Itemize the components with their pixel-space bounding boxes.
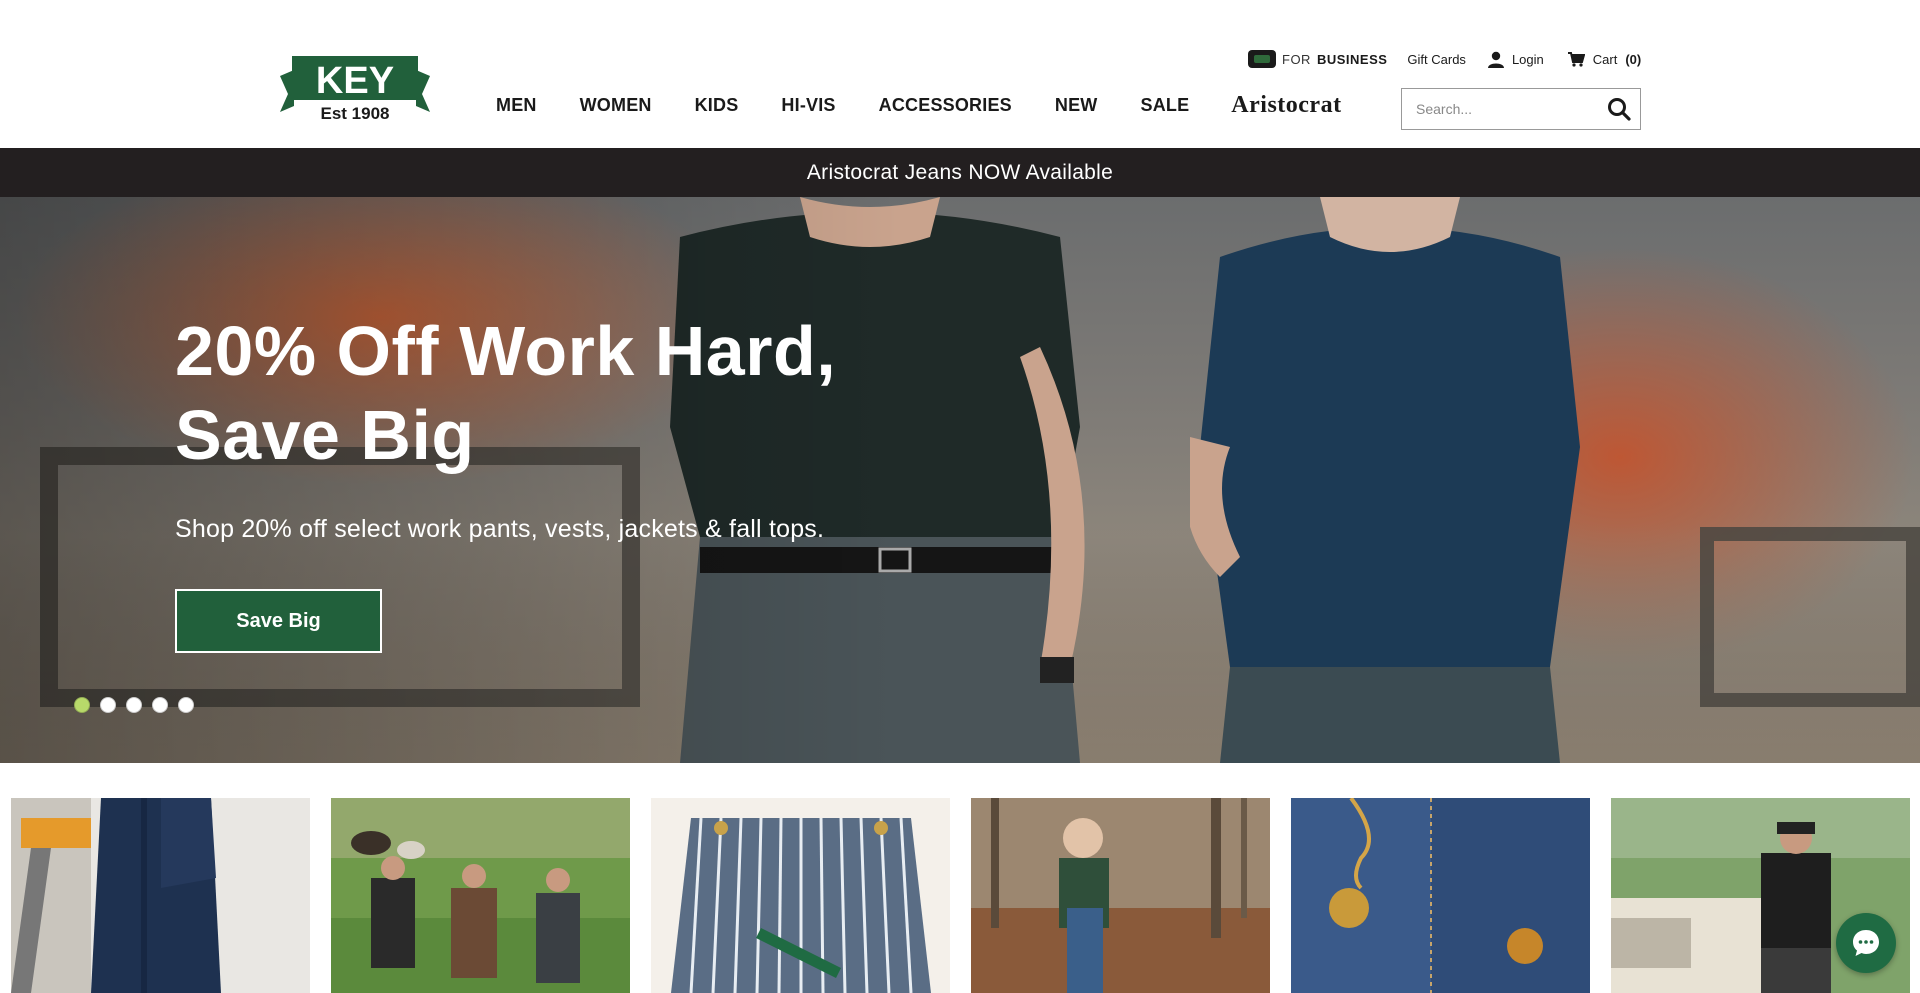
- chat-bubble-icon: [1853, 930, 1879, 956]
- gift-cards-link[interactable]: Gift Cards: [1407, 52, 1466, 67]
- hero-banner: 20% Off Work Hard, Save Big Shop 20% off…: [0, 197, 1920, 763]
- carousel-dot-3[interactable]: [126, 697, 142, 713]
- search-input[interactable]: [1402, 89, 1598, 129]
- category-tiles: [11, 798, 1910, 993]
- nav-item-kids[interactable]: KIDS: [695, 95, 739, 116]
- key-tag-icon: [1248, 50, 1276, 68]
- hero-steel-frame-right: [1700, 527, 1920, 707]
- nav-item-hi-vis[interactable]: HI-VIS: [781, 95, 835, 116]
- tile-child-leaves[interactable]: [971, 798, 1270, 993]
- main-nav: MEN WOMEN KIDS HI-VIS ACCESSORIES NEW SA…: [496, 92, 1342, 119]
- svg-text:Est 1908: Est 1908: [321, 104, 390, 123]
- cart-link[interactable]: Cart (0): [1567, 51, 1642, 67]
- carousel-dot-2[interactable]: [100, 697, 116, 713]
- promo-text: Aristocrat Jeans NOW Available: [806, 160, 1114, 184]
- nav-item-aristocrat[interactable]: Aristocrat: [1231, 92, 1341, 119]
- tile-jeans-workbench[interactable]: [11, 798, 310, 993]
- hero-headline-line2: Save Big: [175, 396, 475, 474]
- utility-bar: FOR BUSINESS Gift Cards Login Cart (0): [1248, 50, 1641, 68]
- promo-bar[interactable]: Aristocrat Jeans NOW Available: [0, 148, 1920, 197]
- hero-headline-line1: 20% Off Work Hard,: [175, 312, 837, 390]
- user-icon: [1487, 51, 1504, 68]
- hero-text-shade: [0, 197, 900, 763]
- nav-item-sale[interactable]: SALE: [1140, 95, 1189, 116]
- search-icon: [1608, 98, 1631, 121]
- tile-striped-overalls[interactable]: [651, 798, 950, 993]
- login-link[interactable]: Login: [1487, 51, 1544, 68]
- search-box: [1401, 88, 1641, 130]
- for-label: FOR: [1282, 51, 1311, 67]
- site-header: KEY Est 1908 FOR BUSINESS Gift Cards Log…: [0, 0, 1920, 148]
- svg-text:KEY: KEY: [316, 60, 394, 102]
- login-label: Login: [1511, 51, 1544, 67]
- tile-denim-key-charm[interactable]: [1291, 798, 1590, 993]
- cart-count: (0): [1625, 51, 1642, 67]
- hero-subtext: Shop 20% off select work pants, vests, j…: [175, 515, 825, 543]
- nav-item-new[interactable]: NEW: [1055, 95, 1098, 116]
- nav-item-women[interactable]: WOMEN: [580, 95, 652, 116]
- hero-person-right: [1190, 197, 1580, 763]
- nav-item-men[interactable]: MEN: [496, 95, 537, 116]
- hero-headline: 20% Off Work Hard, Save Big: [175, 309, 875, 477]
- for-business-link[interactable]: FOR BUSINESS: [1248, 50, 1387, 68]
- business-label: BUSINESS: [1316, 51, 1388, 67]
- carousel-dot-1[interactable]: [74, 697, 90, 713]
- tile-men-walking[interactable]: [331, 798, 630, 993]
- chat-button[interactable]: [1836, 913, 1896, 973]
- save-big-button[interactable]: Save Big: [175, 589, 382, 653]
- cart-label: Cart: [1592, 51, 1618, 67]
- cart-icon: [1567, 51, 1585, 67]
- carousel-dot-5[interactable]: [178, 697, 194, 713]
- carousel-dot-4[interactable]: [152, 697, 168, 713]
- search-button[interactable]: [1598, 89, 1640, 129]
- carousel-dots: [74, 697, 194, 713]
- nav-item-accessories[interactable]: ACCESSORIES: [879, 95, 1012, 116]
- key-logo[interactable]: KEY Est 1908: [280, 54, 430, 124]
